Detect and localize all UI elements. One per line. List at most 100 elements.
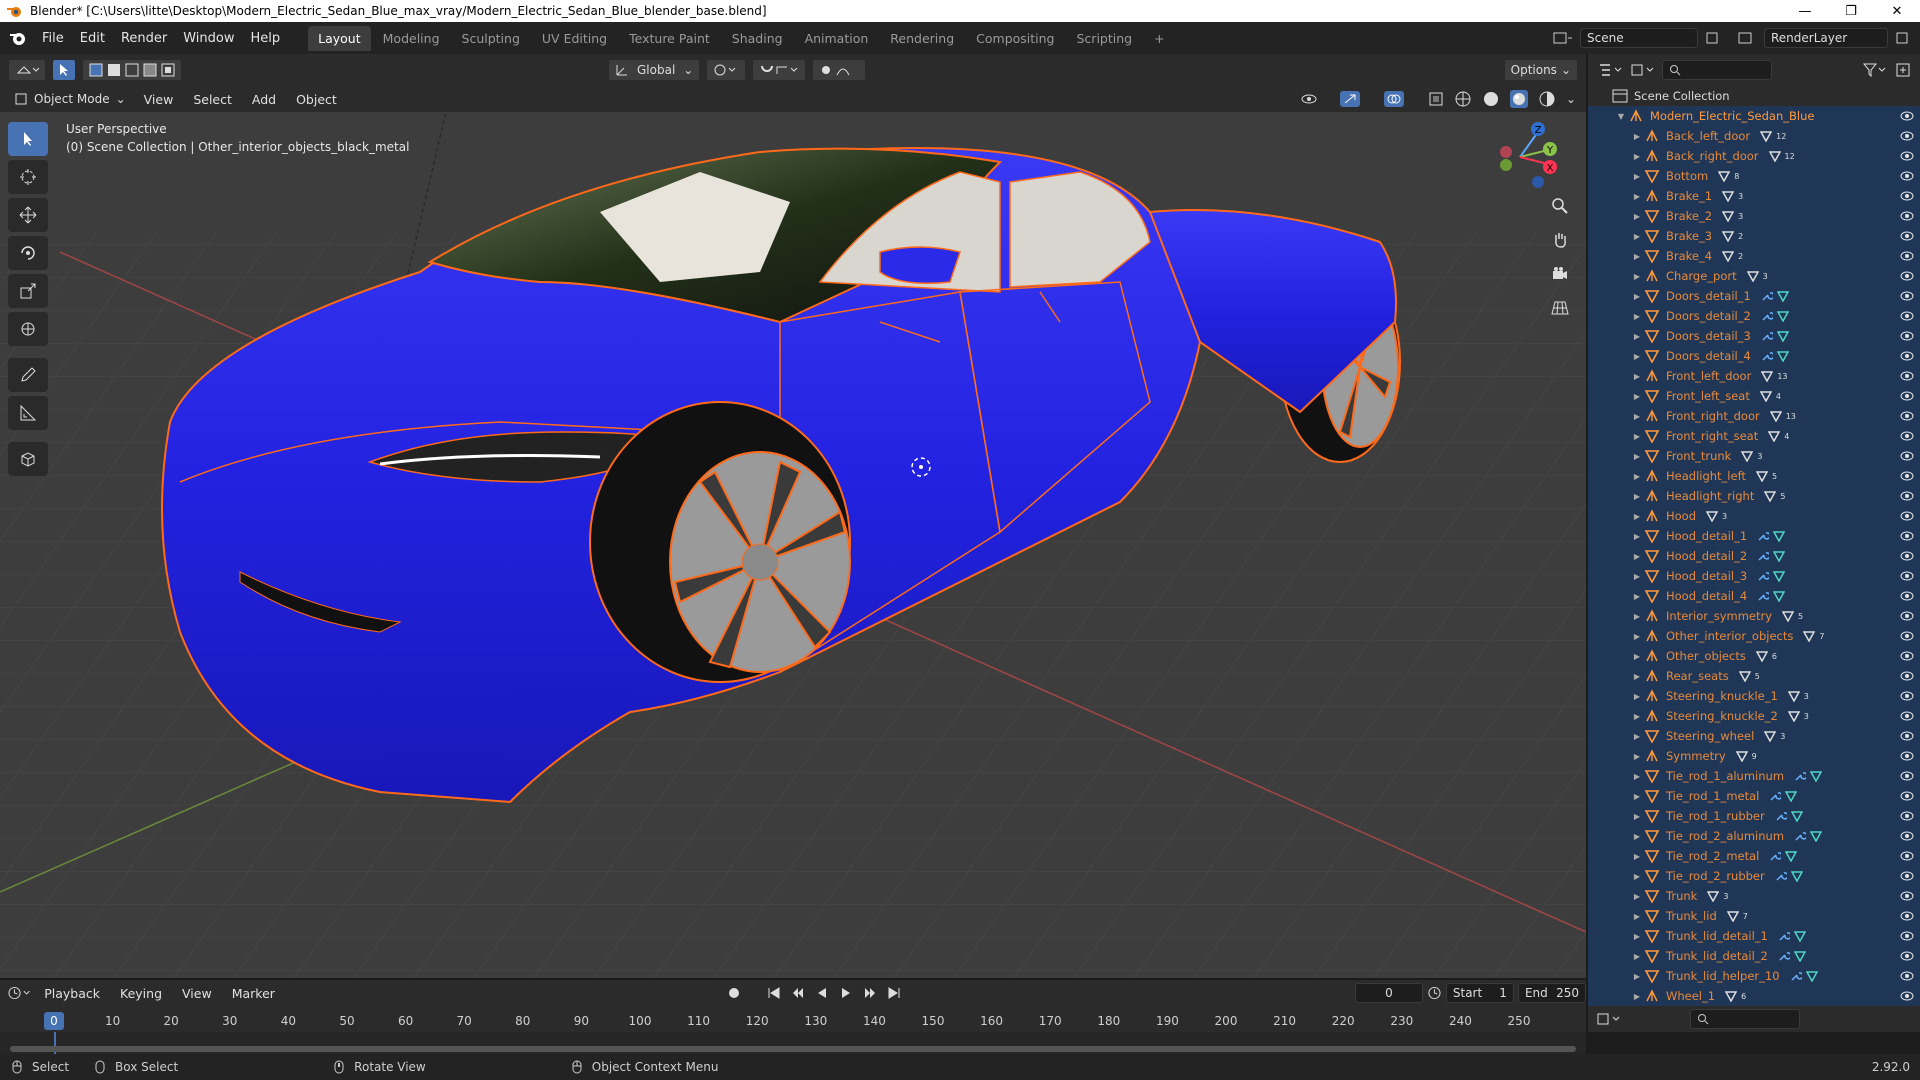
- outliner-item[interactable]: ▶ Rear_seats 5: [1588, 666, 1920, 686]
- eye-icon[interactable]: [1900, 169, 1914, 183]
- mesh-data-icon[interactable]: [1776, 310, 1789, 322]
- item-children-badge[interactable]: 9: [1735, 750, 1757, 762]
- eye-icon[interactable]: [1900, 689, 1914, 703]
- wrench-icon[interactable]: [1761, 290, 1773, 302]
- prev-keyframe-icon[interactable]: [791, 986, 805, 1000]
- maximize-button[interactable]: ❐: [1828, 4, 1874, 19]
- play-icon[interactable]: [839, 986, 853, 1000]
- expand-triangle-icon[interactable]: ▶: [1632, 552, 1642, 561]
- select-extend-icon[interactable]: [107, 63, 121, 77]
- cursor-tool[interactable]: [8, 160, 48, 194]
- outliner-item[interactable]: ▶ Steering_wheel 3: [1588, 726, 1920, 746]
- select-box-tool[interactable]: [8, 122, 48, 156]
- outliner-item[interactable]: ▶ Tie_rod_2_rubber: [1588, 866, 1920, 886]
- clock-icon[interactable]: [1427, 985, 1442, 1001]
- measure-tool[interactable]: [8, 396, 48, 430]
- tab-texture-paint[interactable]: Texture Paint: [619, 26, 720, 51]
- expand-triangle-icon[interactable]: ▶: [1632, 812, 1642, 821]
- scene-icon[interactable]: [1552, 30, 1574, 46]
- item-children-badge[interactable]: 5: [1764, 490, 1785, 502]
- eye-icon[interactable]: [1900, 949, 1914, 963]
- timeline-scrollbar[interactable]: [10, 1046, 1576, 1052]
- pivot-point-dropdown[interactable]: [706, 59, 747, 81]
- eye-icon[interactable]: [1900, 709, 1914, 723]
- 3d-viewport[interactable]: User Perspective (0) Scene Collection | …: [0, 112, 1586, 978]
- outliner-editor-icon[interactable]: [1598, 62, 1624, 78]
- expand-triangle-icon[interactable]: ▶: [1632, 572, 1642, 581]
- outliner-item[interactable]: ▶ Steering_knuckle_1 3: [1588, 686, 1920, 706]
- viewport-scene[interactable]: [0, 112, 1586, 978]
- expand-triangle-icon[interactable]: ▶: [1632, 932, 1642, 941]
- wrench-icon[interactable]: [1790, 970, 1802, 982]
- outliner-item[interactable]: ▶ Doors_detail_2: [1588, 306, 1920, 326]
- expand-triangle-icon[interactable]: ▶: [1632, 352, 1642, 361]
- menu-view[interactable]: View: [136, 92, 182, 107]
- outliner-item[interactable]: ▶ Hood_detail_1: [1588, 526, 1920, 546]
- eye-icon[interactable]: [1900, 729, 1914, 743]
- outliner-item[interactable]: ▶ Front_left_door 13: [1588, 366, 1920, 386]
- item-children-badge[interactable]: 12: [1760, 130, 1786, 142]
- menu-edit[interactable]: Edit: [72, 31, 113, 46]
- outliner-root-object[interactable]: ▼ Modern_Electric_Sedan_Blue: [1588, 106, 1920, 126]
- eye-icon[interactable]: [1900, 989, 1914, 1003]
- outliner-scene-collection[interactable]: Scene Collection: [1588, 86, 1920, 106]
- eye-icon[interactable]: [1900, 389, 1914, 403]
- expand-triangle-icon[interactable]: ▶: [1632, 492, 1642, 501]
- expand-triangle-icon[interactable]: ▶: [1632, 972, 1642, 981]
- outliner-item[interactable]: ▶ Tie_rod_2_metal: [1588, 846, 1920, 866]
- tab-shading[interactable]: Shading: [722, 26, 793, 51]
- eye-icon[interactable]: [1900, 609, 1914, 623]
- properties-editor-icon[interactable]: [1596, 1011, 1622, 1027]
- neg-y-handle[interactable]: [1500, 159, 1512, 171]
- item-children-badge[interactable]: 8: [1718, 170, 1739, 182]
- expand-triangle-icon[interactable]: ▶: [1632, 852, 1642, 861]
- outliner-item[interactable]: ▶ Doors_detail_4: [1588, 346, 1920, 366]
- wrench-icon[interactable]: [1757, 550, 1770, 562]
- menu-add[interactable]: Add: [244, 92, 284, 107]
- wrench-icon[interactable]: [1769, 790, 1782, 802]
- minimize-button[interactable]: —: [1782, 4, 1828, 19]
- display-mode-icon[interactable]: [1630, 62, 1656, 78]
- menu-help[interactable]: Help: [243, 31, 289, 46]
- expand-triangle-icon[interactable]: ▶: [1632, 312, 1642, 321]
- wrench-icon[interactable]: [1778, 930, 1790, 942]
- eye-icon[interactable]: [1900, 569, 1914, 583]
- expand-triangle-icon[interactable]: ▶: [1632, 952, 1642, 961]
- eye-icon[interactable]: [1900, 769, 1914, 783]
- add-workspace-button[interactable]: +: [1144, 26, 1174, 51]
- options-dropdown[interactable]: Options ⌄: [1503, 59, 1578, 81]
- wrench-icon[interactable]: [1761, 310, 1773, 322]
- eye-icon[interactable]: [1900, 109, 1914, 123]
- mesh-data-icon[interactable]: [1810, 830, 1823, 842]
- material-preview-icon[interactable]: [1509, 90, 1528, 108]
- eye-icon[interactable]: [1900, 629, 1914, 643]
- expand-triangle-icon[interactable]: ▶: [1632, 752, 1642, 761]
- wrench-icon[interactable]: [1757, 530, 1770, 542]
- outliner-item[interactable]: ▶ Tie_rod_2_aluminum: [1588, 826, 1920, 846]
- transform-tool[interactable]: [8, 312, 48, 346]
- eye-icon[interactable]: [1900, 649, 1914, 663]
- mesh-data-icon[interactable]: [1810, 770, 1823, 782]
- select-invert-icon[interactable]: [143, 63, 157, 77]
- mesh-data-icon[interactable]: [1790, 870, 1803, 882]
- outliner-tree[interactable]: Scene Collection ▼ Modern_Electric_Sedan…: [1588, 86, 1920, 1006]
- item-children-badge[interactable]: 3: [1722, 210, 1743, 222]
- outliner-item[interactable]: ▶ Steering_knuckle_2 3: [1588, 706, 1920, 726]
- tab-scripting[interactable]: Scripting: [1067, 26, 1143, 51]
- expand-triangle-icon[interactable]: ▶: [1632, 192, 1642, 201]
- expand-triangle-icon[interactable]: ▶: [1632, 872, 1642, 881]
- item-children-badge[interactable]: 6: [1725, 990, 1746, 1002]
- jump-start-icon[interactable]: [767, 986, 781, 1000]
- record-icon[interactable]: [727, 986, 741, 1000]
- eye-icon[interactable]: [1900, 869, 1914, 883]
- select-mode-button[interactable]: [52, 59, 76, 81]
- timeline-ruler[interactable]: 0 10 20 30 40 50 60 70 80 90 100 110 120 130 140 150 160…: [0, 1010, 1586, 1032]
- outliner-item[interactable]: ▶ Trunk_lid_helper_10: [1588, 966, 1920, 986]
- item-children-badge[interactable]: 13: [1761, 370, 1788, 382]
- move-tool[interactable]: [8, 198, 48, 232]
- wrench-icon[interactable]: [1769, 850, 1782, 862]
- mesh-data-icon[interactable]: [1793, 930, 1806, 942]
- eye-icon[interactable]: [1900, 909, 1914, 923]
- wrench-icon[interactable]: [1761, 330, 1773, 342]
- mesh-data-icon[interactable]: [1785, 850, 1798, 862]
